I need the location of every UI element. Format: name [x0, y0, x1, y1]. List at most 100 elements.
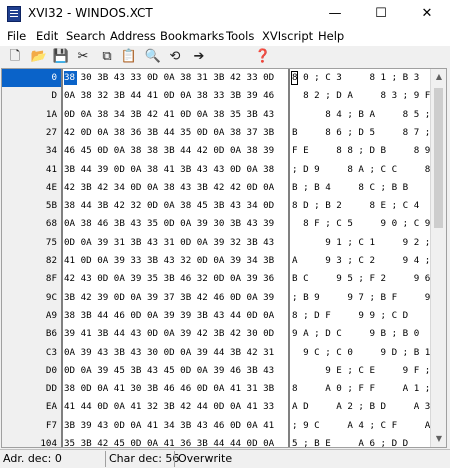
hex-row: EA 41 44 0D 0A 41 32 3B 42 44 0D 0A 41 33…	[2, 398, 442, 416]
menu-file[interactable]: File	[7, 29, 26, 43]
hex-bytes[interactable]: 0D 0A 39 31 3B 43 31 0D 0A 39 32 3B 43	[64, 234, 274, 252]
hex-bytes[interactable]: 38 30 3B 43 33 0D 0A 38 31 3B 42 33 0D	[64, 69, 274, 87]
hex-row: 104 35 3B 42 45 0D 0A 41 36 3B 44 44 0D 0…	[2, 435, 442, 448]
text-bytes[interactable]: F E 8 8 ; D B 8 9	[292, 142, 430, 160]
hex-bytes[interactable]: 42 0D 0A 38 36 3B 44 35 0D 0A 38 37 3B	[64, 124, 274, 142]
text-bytes[interactable]: B C 9 5 ; F 2 9 6	[292, 270, 430, 288]
copy-icon[interactable]: ⧉	[98, 48, 116, 66]
hex-bytes[interactable]: 41 0D 0A 39 33 3B 43 32 0D 0A 39 34 3B	[64, 252, 274, 270]
paste-icon[interactable]: 📋	[120, 48, 138, 66]
replace-icon[interactable]: ⟲	[166, 48, 184, 66]
menu-bar: File Edit Search Address Bookmarks Tools…	[0, 28, 450, 46]
row-address: C3	[45, 346, 57, 358]
hex-row: 4E 42 3B 42 34 0D 0A 38 43 3B 42 42 0D 0A…	[2, 179, 442, 197]
hex-row: 82 41 0D 0A 39 33 3B 43 32 0D 0A 39 34 3B…	[2, 252, 442, 270]
hex-bytes[interactable]: 3B 39 43 0D 0A 41 34 3B 43 46 0D 0A 41	[64, 417, 274, 435]
text-bytes[interactable]: 9 A ; D C 9 B ; B 0	[292, 325, 419, 343]
window-title: XVI32 - WINDOS.XCT	[28, 6, 153, 20]
hex-row: 9C 3B 42 39 0D 0A 39 37 3B 42 46 0D 0A 39…	[2, 289, 442, 307]
app-icon	[7, 6, 21, 22]
row-address: 34	[45, 145, 57, 157]
hex-row: 0 38 30 3B 43 33 0D 0A 38 31 3B 42 33 0D 8…	[2, 69, 442, 88]
menu-bookmarks[interactable]: Bookmarks	[160, 29, 224, 43]
text-bytes[interactable]: A D A 2 ; B D A 3	[292, 398, 430, 416]
row-address: 9C	[45, 291, 57, 303]
text-bytes[interactable]: ; B 9 9 7 ; B F 9	[292, 289, 430, 307]
hex-bytes[interactable]: 41 44 0D 0A 41 32 3B 42 44 0D 0A 41 33	[64, 398, 274, 416]
cut-icon[interactable]: ✂	[74, 48, 92, 66]
text-bytes[interactable]: 8 0 ; C 3 8 1 ; B 3	[292, 69, 419, 87]
text-bytes[interactable]: 9 C ; C 0 9 D ; B 1	[292, 344, 430, 362]
status-char: Char dec: 56	[109, 452, 180, 465]
row-address: 75	[45, 236, 57, 248]
text-bytes[interactable]: 8 4 ; B A 8 5 ; C	[292, 106, 441, 124]
hex-bytes[interactable]: 39 41 3B 44 43 0D 0A 39 42 3B 42 30 0D	[64, 325, 274, 343]
help-icon[interactable]: ❓	[254, 48, 272, 66]
row-address: 1A	[45, 108, 57, 120]
row-address: 41	[45, 163, 57, 175]
text-bytes[interactable]: 8 D ; B 2 8 E ; C 4	[292, 197, 419, 215]
hex-bytes[interactable]: 42 3B 42 34 0D 0A 38 43 3B 42 42 0D 0A	[64, 179, 274, 197]
hex-bytes[interactable]: 42 43 0D 0A 39 35 3B 46 32 0D 0A 39 36	[64, 270, 274, 288]
hex-bytes[interactable]: 38 0D 0A 41 30 3B 46 46 0D 0A 41 31 3B	[64, 380, 274, 398]
hex-bytes[interactable]: 3B 42 39 0D 0A 39 37 3B 42 46 0D 0A 39	[64, 289, 274, 307]
row-address: F7	[45, 419, 57, 431]
menu-tools[interactable]: Tools	[226, 29, 254, 43]
hex-row: D 0A 38 32 3B 44 41 0D 0A 38 33 3B 39 46 …	[2, 87, 442, 105]
row-address: 68	[45, 218, 57, 230]
hex-bytes[interactable]: 0A 38 46 3B 43 35 0D 0A 39 30 3B 43 39	[64, 215, 274, 233]
goto-icon[interactable]: ➔	[190, 48, 208, 66]
row-address: 4E	[45, 181, 57, 193]
hex-bytes[interactable]: 0D 0A 39 45 3B 43 45 0D 0A 39 46 3B 43	[64, 362, 274, 380]
hex-bytes[interactable]: 0A 38 32 3B 44 41 0D 0A 38 33 3B 39 46	[64, 87, 274, 105]
hex-row: 1A 0D 0A 38 34 3B 42 41 0D 0A 38 35 3B 43…	[2, 106, 442, 124]
text-bytes[interactable]: 8 2 ; D A 8 3 ; 9 F	[292, 87, 430, 105]
row-address: 82	[45, 255, 57, 266]
text-bytes[interactable]: B ; B 4 8 C ; B B	[292, 179, 408, 197]
text-bytes[interactable]: ; 9 C A 4 ; C F A	[292, 417, 430, 435]
text-bytes[interactable]: 9 E ; C E 9 F ; C	[292, 362, 441, 380]
hex-bytes[interactable]: 38 44 3B 42 32 0D 0A 38 45 3B 43 34 0D	[64, 197, 274, 215]
text-bytes[interactable]: 8 A 0 ; F F A 1 ;	[292, 380, 430, 398]
open-icon[interactable]: 📂	[30, 48, 48, 66]
text-bytes[interactable]: B 8 6 ; D 5 8 7 ;	[292, 124, 430, 142]
text-bytes[interactable]: A 9 3 ; C 2 9 4 ;	[292, 252, 430, 270]
maximize-button[interactable]: ☐	[358, 0, 404, 28]
hex-bytes[interactable]: 46 45 0D 0A 38 38 3B 44 42 0D 0A 38 39	[64, 142, 274, 160]
menu-edit[interactable]: Edit	[36, 29, 58, 43]
status-separator	[174, 451, 175, 467]
menu-help[interactable]: Help	[318, 29, 344, 43]
toolbar: 🗋 📂 💾 ✂ ⧉ 📋 🔍 ⟲ ➔ ❓	[0, 46, 450, 68]
row-address: EA	[45, 401, 57, 413]
row-address: 104	[40, 438, 57, 448]
scroll-thumb[interactable]	[434, 88, 443, 228]
hex-bytes[interactable]: 0D 0A 38 34 3B 42 41 0D 0A 38 35 3B 43	[64, 106, 274, 124]
minimize-button[interactable]: —	[312, 0, 358, 28]
hex-editor[interactable]: 0 38 30 3B 43 33 0D 0A 38 31 3B 42 33 0D 8…	[1, 68, 447, 448]
menu-address[interactable]: Address	[110, 29, 156, 43]
hex-row: 75 0D 0A 39 31 3B 43 31 0D 0A 39 32 3B 43…	[2, 234, 442, 252]
text-bytes[interactable]: 8 F ; C 5 9 0 ; C 9	[292, 215, 430, 233]
close-button[interactable]: ✕	[404, 0, 450, 28]
hex-row: 68 0A 38 46 3B 43 35 0D 0A 39 30 3B 43 39…	[2, 215, 442, 233]
hex-bytes[interactable]: 3B 44 39 0D 0A 38 41 3B 43 43 0D 0A 38	[64, 161, 274, 179]
scroll-down-icon[interactable]: ▼	[431, 431, 446, 447]
hex-bytes[interactable]: 35 3B 42 45 0D 0A 41 36 3B 44 44 0D 0A	[64, 435, 274, 447]
hex-row: F7 3B 39 43 0D 0A 41 34 3B 43 46 0D 0A 41…	[2, 417, 442, 435]
text-bytes[interactable]: ; D 9 8 A ; C C 8	[292, 161, 430, 179]
hex-bytes[interactable]: 0A 39 43 3B 43 30 0D 0A 39 44 3B 42 31	[64, 344, 274, 362]
hex-row: 5B 38 44 3B 42 32 0D 0A 38 45 3B 43 34 0D…	[2, 197, 442, 215]
text-bytes[interactable]: 8 ; D F 9 9 ; C D	[292, 307, 408, 325]
new-icon[interactable]: 🗋	[6, 48, 24, 66]
vertical-scrollbar[interactable]: ▲ ▼	[430, 69, 446, 447]
scroll-up-icon[interactable]: ▲	[431, 69, 446, 85]
hex-row: 27 42 0D 0A 38 36 3B 44 35 0D 0A 38 37 3B…	[2, 124, 442, 142]
hex-row: A9 38 3B 44 46 0D 0A 39 39 3B 43 44 0D 0A…	[2, 307, 442, 325]
text-bytes[interactable]: 5 ; B E A 6 ; D D	[292, 435, 408, 447]
save-icon[interactable]: 💾	[52, 48, 70, 66]
find-icon[interactable]: 🔍	[144, 48, 162, 66]
text-bytes[interactable]: 9 1 ; C 1 9 2 ; C	[292, 234, 441, 252]
menu-search[interactable]: Search	[66, 29, 106, 43]
hex-bytes[interactable]: 38 3B 44 46 0D 0A 39 39 3B 43 44 0D 0A	[64, 307, 274, 325]
menu-xviscript[interactable]: XVIscript	[262, 29, 313, 43]
